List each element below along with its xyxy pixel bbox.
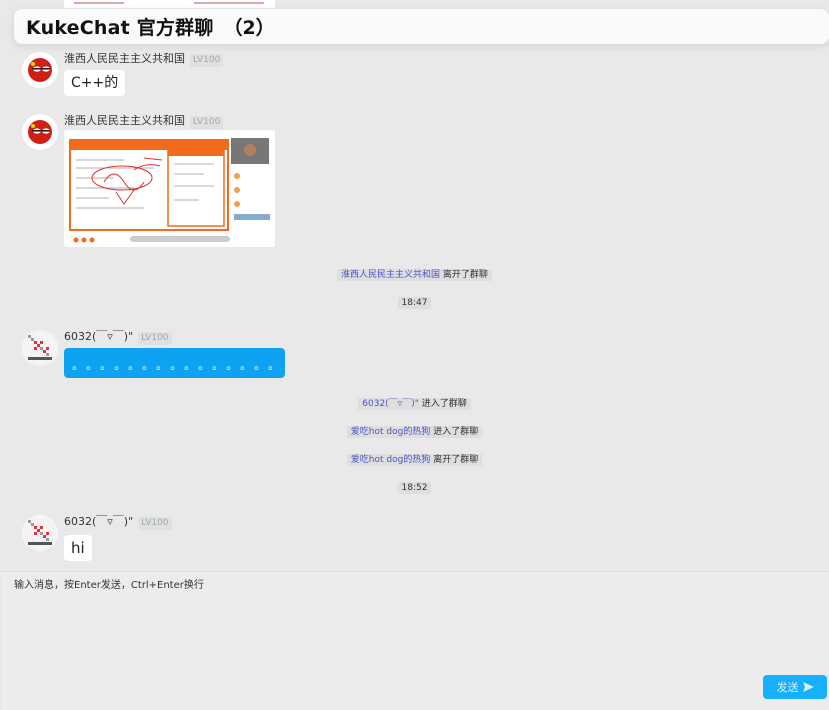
pixel-avatar-icon bbox=[22, 330, 58, 366]
timestamp: 18:52 bbox=[0, 482, 829, 494]
send-button[interactable]: 发送 bbox=[763, 675, 827, 699]
chat-header: KukeChat 官方群聊 （2） bbox=[14, 9, 829, 44]
sender-name: 淮西人民民主主义共和国 LV100 bbox=[64, 52, 224, 67]
level-badge: LV100 bbox=[190, 116, 224, 129]
sender-name: 6032(￣▿￣)" LV100 bbox=[64, 330, 172, 345]
countryball-avatar-icon bbox=[22, 114, 58, 150]
message-composer: 发送 bbox=[2, 571, 829, 710]
previous-image-peek bbox=[64, 0, 275, 8]
message-bubble: 。。。。。。。。。。。。。。。 bbox=[64, 348, 285, 378]
sender-name: 6032(￣▿￣)" LV100 bbox=[64, 515, 172, 530]
screenshot-image-icon bbox=[64, 130, 275, 247]
notice-user-link[interactable]: 6032(￣▿￣)" bbox=[362, 399, 419, 409]
chat-window: KukeChat 官方群聊 （2） 淮西人民民主主义共和国LV100 C++的 bbox=[0, 0, 829, 710]
system-notice: 爱吃hot dog的热狗 离开了群聊 bbox=[0, 454, 829, 466]
avatar[interactable] bbox=[22, 330, 58, 366]
system-notice: 淮西人民民主主义共和国 离开了群聊 bbox=[0, 269, 829, 281]
level-badge: LV100 bbox=[138, 517, 172, 530]
avatar[interactable] bbox=[22, 114, 58, 150]
message-input[interactable] bbox=[14, 574, 754, 674]
system-notice: 6032(￣▿￣)" 进入了群聊 bbox=[0, 398, 829, 410]
pixel-avatar-icon bbox=[22, 515, 58, 551]
notice-user-link[interactable]: 爱吃hot dog的热狗 bbox=[351, 455, 431, 465]
avatar[interactable] bbox=[22, 515, 58, 551]
level-badge: LV100 bbox=[138, 332, 172, 345]
avatar[interactable] bbox=[22, 52, 58, 88]
member-count: （2） bbox=[223, 17, 275, 39]
sender-name: 淮西人民民主主义共和国 LV100 bbox=[64, 114, 224, 129]
send-arrow-icon bbox=[802, 682, 814, 692]
image-attachment[interactable] bbox=[64, 130, 275, 247]
message-bubble: hi bbox=[64, 535, 92, 561]
notice-user-link[interactable]: 爱吃hot dog的热狗 bbox=[351, 427, 431, 437]
countryball-avatar-icon bbox=[22, 52, 58, 88]
message-bubble: C++的 bbox=[64, 70, 126, 96]
chat-title: KukeChat 官方群聊 bbox=[26, 17, 214, 39]
timestamp: 18:47 bbox=[0, 297, 829, 309]
system-notice: 爱吃hot dog的热狗 进入了群聊 bbox=[0, 426, 829, 438]
level-badge: LV100 bbox=[190, 54, 224, 67]
notice-user-link[interactable]: 淮西人民民主主义共和国 bbox=[341, 270, 440, 280]
